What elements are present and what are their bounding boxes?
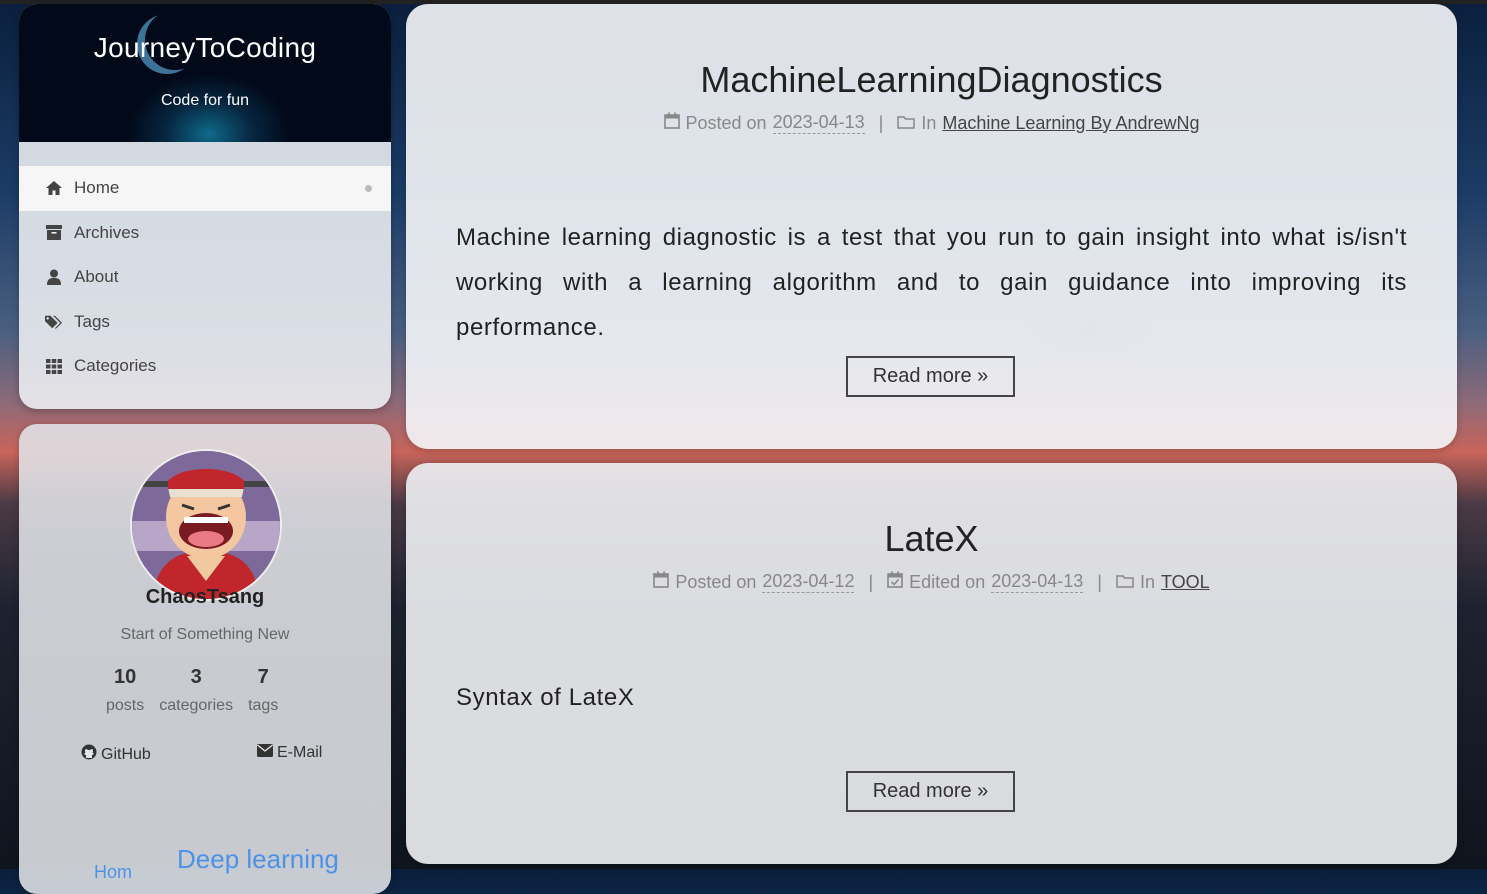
post-excerpt: Machine learning diagnostic is a test th… [456,224,1407,341]
tags-icon [45,313,63,331]
github-link[interactable]: GitHub [81,744,151,765]
menu-item-home[interactable]: Home [19,166,391,211]
meta-separator: | [1097,571,1102,592]
post-meta: Posted on 2023-04-12 | Edited on 2023-04… [406,571,1457,593]
posted-date: 2023-04-13 [772,112,865,134]
author-motto: Start of Something New [120,626,290,643]
archive-icon [45,224,63,242]
menu-item-label: About [74,267,119,287]
stat-posts[interactable]: 10 posts [99,662,151,720]
sidebar-footer-text[interactable]: Deep learning [177,844,339,875]
menu-item-categories[interactable]: Categories [19,344,391,389]
edited-label: Edited on [909,571,986,592]
category-link[interactable]: Machine Learning By AndrewNg [942,113,1199,134]
active-indicator-dot [365,184,372,192]
stat-label: posts [106,697,145,714]
post-excerpt: Syntax of LateX [456,684,635,711]
email-link[interactable]: E-Mail [257,744,322,762]
post-title[interactable]: LateX [406,518,1457,560]
email-label: E-Mail [277,744,323,761]
stat-label: categories [159,697,234,714]
post-card: MachineLearningDiagnostics Posted on 202… [406,4,1457,449]
read-more-button[interactable]: Read more » [846,356,1015,397]
posted-label: Posted on [675,571,757,592]
post-card: LateX Posted on 2023-04-12 | Edited on 2… [406,463,1457,864]
calendar-icon [663,112,680,134]
github-label: GitHub [101,745,151,763]
menu-item-label: Home [74,178,120,198]
folder-icon [1116,572,1134,593]
home-icon [45,179,63,197]
menu-item-about[interactable]: About [19,255,391,300]
calendar-check-icon [887,571,903,593]
calendar-icon [653,571,670,593]
author-profile-card: ChaosTsang Start of Something New 10 pos… [19,424,391,894]
stat-count: 3 [190,666,202,688]
in-label: In [1139,571,1155,592]
site-title[interactable]: JourneyToCoding [19,32,391,64]
stat-count: 7 [257,666,269,688]
site-brand: JourneyToCoding Code for fun [19,4,391,142]
post-meta: Posted on 2023-04-13 | In Machine Learni… [406,112,1457,134]
stat-tags[interactable]: 7 tags [240,662,285,720]
category-link[interactable]: TOOL [1161,572,1210,593]
site-subtitle: Code for fun [160,92,250,109]
stat-count: 10 [114,666,137,688]
sidebar-footer-partial-text: Hom [94,862,133,882]
in-label: In [921,112,937,133]
author-avatar [130,449,282,601]
meta-separator: | [878,112,884,133]
posted-date: 2023-04-12 [762,571,855,593]
edited-date: 2023-04-13 [991,571,1084,593]
posted-label: Posted on [685,112,767,133]
menu-item-label: Categories [74,356,157,376]
stat-label: tags [248,697,279,714]
author-name: ChaosTsang [145,586,265,608]
grid-icon [45,357,63,375]
menu-item-label: Archives [74,222,140,242]
author-stats: 10 posts 3 categories 7 tags [99,662,285,720]
menu-item-archives[interactable]: Archives [19,211,391,256]
sidebar-brand-card: JourneyToCoding Code for fun Home Archiv… [19,4,391,409]
menu-item-tags[interactable]: Tags [19,300,391,345]
read-more-button[interactable]: Read more » [846,771,1015,812]
main-menu: Home Archives About Tags Categories [19,166,391,389]
meta-separator: | [868,571,874,592]
post-title[interactable]: MachineLearningDiagnostics [406,59,1457,101]
menu-item-label: Tags [74,311,110,331]
github-icon [81,744,97,765]
folder-icon [897,113,916,134]
envelope-icon [257,744,273,762]
user-icon [45,268,63,286]
stat-categories[interactable]: 3 categories [151,662,240,720]
